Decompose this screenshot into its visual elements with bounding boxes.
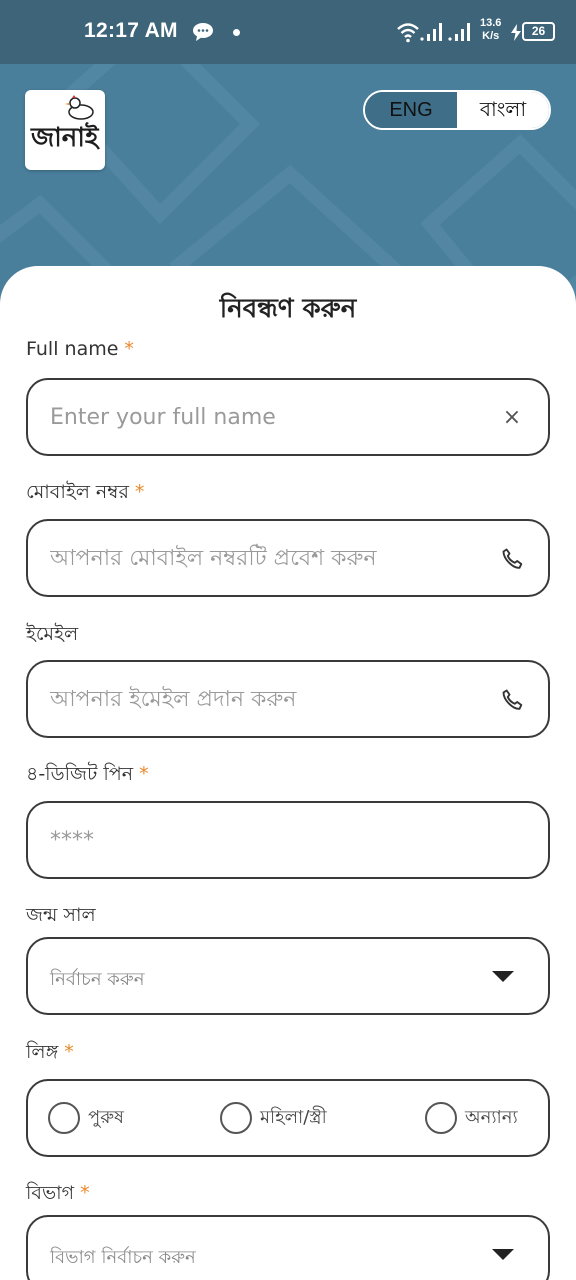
gender-option-label: মহিলা/স্ত্রী — [260, 1106, 327, 1128]
chat-bubble-icon — [193, 23, 213, 41]
status-time: 12:17 AM — [84, 19, 178, 42]
birth-year-label: জন্ম সাল — [26, 904, 96, 926]
signal-icon — [448, 23, 470, 41]
pin-field[interactable] — [26, 801, 550, 879]
language-toggle[interactable]: ENG বাংলা — [363, 90, 551, 130]
network-speed-unit: K/s — [482, 30, 500, 42]
mobile-label: মোবাইল নম্বর * — [26, 481, 145, 503]
phone-icon — [502, 548, 523, 569]
mobile-field[interactable] — [26, 519, 550, 597]
radio-button-icon[interactable] — [425, 1102, 457, 1134]
division-placeholder: বিভাগ নির্বাচন করুন — [50, 1247, 196, 1268]
battery-icon: 26 — [522, 22, 555, 41]
form-title: নিবন্ধণ করুন — [219, 294, 357, 324]
gender-label: লিঙ্গ * — [26, 1041, 74, 1063]
gender-option-female[interactable]: মহিলা/স্ত্রী — [220, 1101, 327, 1135]
app-logo: জানাই — [25, 90, 105, 170]
status-bar: 12:17 AM 13.6 K/s 26 — [0, 0, 576, 64]
network-speed: 13.6 K/s — [480, 17, 501, 43]
network-speed-value: 13.6 — [480, 17, 502, 29]
gender-option-label: পুরুষ — [88, 1106, 124, 1128]
charging-icon — [511, 24, 521, 41]
birth-year-select[interactable]: নির্বাচন করুন — [26, 937, 550, 1015]
phone-icon — [502, 689, 523, 710]
signal-icon — [420, 23, 442, 41]
caret-down-icon[interactable] — [492, 1249, 514, 1260]
required-mark: * — [124, 338, 134, 360]
gender-option-label: অন্যান্য — [465, 1106, 518, 1128]
full-name-input[interactable] — [50, 380, 490, 454]
required-mark: * — [134, 481, 145, 503]
gender-option-other[interactable]: অন্যান্য — [425, 1101, 518, 1135]
gender-option-male[interactable]: পুরুষ — [48, 1101, 124, 1135]
required-mark: * — [139, 763, 149, 785]
logo-text: জানাই — [31, 123, 99, 153]
birth-year-placeholder: নির্বাচন করুন — [50, 969, 145, 990]
required-mark: * — [80, 1182, 90, 1204]
language-option-english[interactable]: ENG — [365, 92, 457, 128]
email-input[interactable] — [50, 662, 490, 736]
full-name-label: Full name * — [26, 338, 134, 360]
email-field[interactable] — [26, 660, 550, 738]
full-name-field[interactable]: × — [26, 378, 550, 456]
required-mark: * — [64, 1041, 74, 1063]
division-label: বিভাগ * — [26, 1182, 90, 1204]
radio-button-icon[interactable] — [220, 1102, 252, 1134]
division-select[interactable]: বিভাগ নির্বাচন করুন — [26, 1215, 550, 1280]
radio-button-icon[interactable] — [48, 1102, 80, 1134]
clear-icon[interactable]: × — [500, 406, 524, 430]
pin-input[interactable] — [50, 803, 490, 877]
gender-radio-group: পুরুষ মহিলা/স্ত্রী অন্যান্য — [26, 1079, 550, 1157]
caret-down-icon[interactable] — [492, 971, 514, 982]
dot-icon — [233, 29, 240, 36]
wifi-icon — [397, 23, 419, 43]
language-option-bangla[interactable]: বাংলা — [457, 92, 549, 128]
pin-label: ৪-ডিজিট পিন * — [26, 763, 149, 785]
email-label: ইমেইল — [26, 623, 79, 645]
mobile-input[interactable] — [50, 521, 490, 595]
